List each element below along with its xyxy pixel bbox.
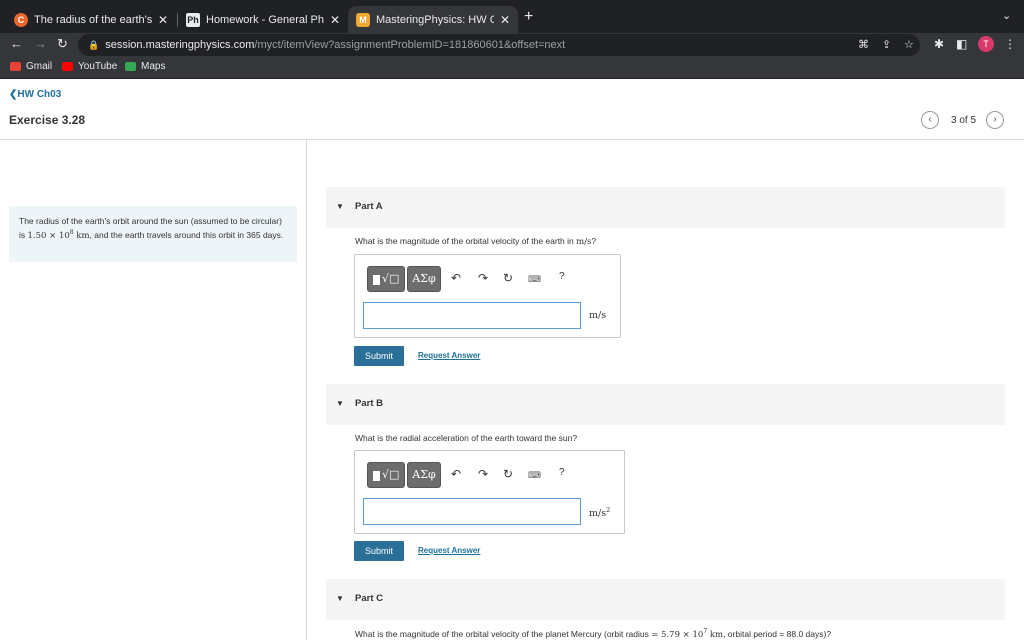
part-a-request-answer-link[interactable]: Request Answer [418, 351, 480, 360]
reload-icon[interactable]: ↻ [57, 36, 68, 52]
url-host: session.masteringphysics.com [105, 39, 255, 51]
help-button[interactable]: ? [559, 271, 565, 282]
sqrt-icon: √□ [382, 468, 400, 481]
browser-toolbar: ← → ↻ 🔒 session.masteringphysics.com/myct… [0, 33, 1024, 57]
exercise-title: Exercise 3.28 [9, 113, 86, 127]
sqrt-icon: √□ [382, 272, 400, 285]
lock-icon: 🔒 [88, 40, 100, 50]
maps-icon [125, 62, 136, 71]
part-b-answer-box: √□ ΑΣφ ↶ ↷ ↻ ⌨ ? m/s2 [354, 450, 625, 534]
bookmark-label: YouTube [78, 61, 118, 72]
template-square-icon [373, 275, 380, 285]
radius-value: 1.50 × 108 km [27, 229, 90, 241]
templates-button[interactable]: √□ [367, 266, 405, 292]
page-header: ❮HW Ch03 Exercise 3.28 ‹ 3 of 5 › [0, 79, 1024, 140]
part-b-unit: m/s2 [589, 506, 611, 520]
assignment-back-link[interactable]: ❮HW Ch03 [9, 89, 61, 100]
profile-avatar[interactable]: T [978, 36, 994, 52]
reset-icon[interactable]: ↻ [503, 271, 513, 285]
mastering-favicon-icon: M [356, 12, 370, 27]
menu-kebab-icon[interactable]: ⋮ [1004, 37, 1016, 51]
tab-title: Homework - General Physics [206, 13, 324, 26]
undo-icon[interactable]: ↶ [451, 271, 461, 285]
extensions-puzzle-icon[interactable]: ✱ [934, 37, 944, 51]
part-b-request-answer-link[interactable]: Request Answer [418, 546, 480, 555]
bookmark-label: Gmail [26, 61, 53, 72]
item-position: 3 of 5 [951, 115, 977, 126]
tab-search-chevron-icon[interactable]: ⌄ [1002, 9, 1011, 22]
bookmark-maps[interactable]: Maps [125, 61, 165, 72]
reset-icon[interactable]: ↻ [503, 467, 513, 481]
greek-symbols-button[interactable]: ΑΣφ [407, 266, 441, 292]
close-tab-icon[interactable]: ✕ [330, 13, 340, 27]
url-path: /myct/itemView?assignmentProblemID=18186… [254, 39, 566, 51]
collapse-triangle-icon[interactable]: ▼ [336, 399, 344, 408]
part-b-question: What is the radial acceleration of the e… [355, 433, 578, 443]
tab-title: MasteringPhysics: HW Ch03 [376, 13, 494, 26]
bookmark-star-icon[interactable]: ☆ [904, 34, 914, 56]
back-link-label: HW Ch03 [17, 89, 62, 100]
part-c-question: What is the magnitude of the orbital vel… [355, 628, 832, 640]
template-square-icon [373, 471, 380, 481]
new-tab-icon[interactable]: + [524, 8, 533, 26]
part-c-header[interactable]: ▼ Part C [326, 579, 1005, 620]
redo-icon[interactable]: ↷ [478, 271, 488, 285]
bookmarks-bar: Gmail YouTube Maps [0, 57, 1024, 79]
part-b-answer-input[interactable] [363, 498, 581, 525]
greek-symbols-button[interactable]: ΑΣφ [407, 462, 441, 488]
collapse-triangle-icon[interactable]: ▼ [336, 594, 344, 603]
keyboard-icon[interactable]: ⌨ [528, 274, 541, 285]
bookmark-gmail[interactable]: Gmail [10, 61, 52, 72]
part-a-question: What is the magnitude of the orbital vel… [355, 236, 597, 247]
help-button[interactable]: ? [559, 467, 565, 478]
part-label: Part C [355, 593, 383, 604]
templates-button[interactable]: √□ [367, 462, 405, 488]
problem-intro: The radius of the earth's orbit around t… [9, 206, 297, 262]
collapse-triangle-icon[interactable]: ▼ [336, 202, 344, 211]
redo-icon[interactable]: ↷ [478, 467, 488, 481]
browser-tab-2[interactable]: Ph Homework - General Physics ✕ [178, 6, 348, 33]
part-a-unit: m/s [589, 310, 607, 321]
part-a-header[interactable]: ▼ Part A [326, 187, 1005, 228]
part-b-submit-button[interactable]: Submit [354, 541, 404, 561]
bookmark-youtube[interactable]: YouTube [62, 61, 117, 72]
undo-icon[interactable]: ↶ [451, 467, 461, 481]
chegg-favicon-icon: C [14, 12, 28, 27]
tab-title: The radius of the earth's orbit [34, 13, 152, 26]
keyboard-icon[interactable]: ⌨ [528, 470, 541, 481]
share-icon[interactable]: ⇪ [882, 34, 891, 56]
forward-arrow-icon[interactable]: → [34, 36, 47, 51]
part-b-header[interactable]: ▼ Part B [326, 384, 1005, 425]
youtube-icon [62, 62, 73, 71]
bookmark-label: Maps [141, 61, 166, 72]
next-item-chevron-icon[interactable]: › [986, 111, 1004, 129]
close-tab-icon[interactable]: ✕ [500, 13, 510, 27]
translate-icon[interactable]: ⌘ [858, 34, 869, 56]
course-favicon-icon: Ph [186, 12, 200, 27]
browser-tab-1[interactable]: C The radius of the earth's orbit ✕ [6, 6, 176, 33]
gmail-icon [10, 62, 21, 71]
back-arrow-icon[interactable]: ← [10, 36, 23, 51]
part-a-submit-button[interactable]: Submit [354, 346, 404, 366]
problem-intro-pane: The radius of the earth's orbit around t… [0, 140, 307, 640]
side-panel-icon[interactable]: ◧ [956, 37, 967, 51]
part-a-answer-input[interactable] [363, 302, 581, 329]
prev-item-chevron-icon[interactable]: ‹ [921, 111, 939, 129]
part-label: Part A [355, 201, 383, 212]
close-tab-icon[interactable]: ✕ [158, 13, 168, 27]
browser-tab-3-active[interactable]: M MasteringPhysics: HW Ch03 ✕ [348, 6, 518, 33]
browser-tab-bar: C The radius of the earth's orbit ✕ Ph H… [0, 0, 1024, 33]
part-label: Part B [355, 398, 383, 409]
address-bar[interactable]: 🔒 session.masteringphysics.com/myct/itemV… [78, 34, 920, 56]
part-a-answer-box: √□ ΑΣφ ↶ ↷ ↻ ⌨ ? m/s [354, 254, 621, 338]
